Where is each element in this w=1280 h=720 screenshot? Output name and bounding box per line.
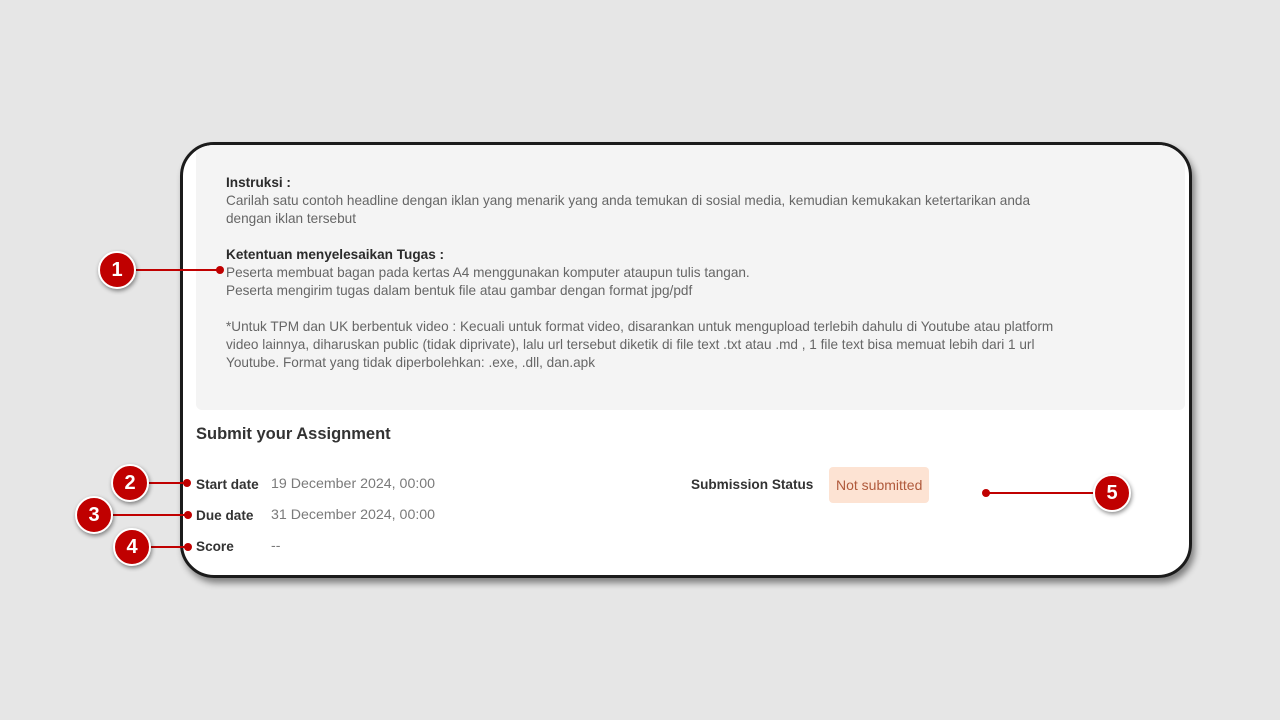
instruction-heading: Instruksi :: [226, 175, 291, 190]
callout-1-leader: [136, 269, 220, 271]
due-date-label: Due date: [196, 508, 254, 523]
callout-3-leader: [113, 514, 189, 516]
note-line: video lainnya, diharuskan public (tidak …: [226, 337, 1035, 352]
note-line: Youtube. Format yang tidak diperbolehkan…: [226, 355, 596, 370]
status-badge: Not submitted: [829, 467, 930, 503]
callout-3-dot: [184, 511, 192, 519]
callout-2-dot: [183, 479, 191, 487]
callout-3-badge: 3: [75, 496, 113, 534]
callout-5-badge: 5: [1093, 474, 1131, 512]
rules-heading: Ketentuan menyelesaikan Tugas :: [226, 247, 445, 262]
callout-5-leader: [988, 492, 1096, 494]
start-date-label: Start date: [196, 477, 259, 492]
start-date-value: 19 December 2024, 00:00: [271, 476, 436, 492]
note-line: *Untuk TPM dan UK berbentuk video : Kecu…: [226, 319, 1054, 334]
rule-item: Peserta membuat bagan pada kertas A4 men…: [226, 265, 750, 280]
due-date-value: 31 December 2024, 00:00: [271, 507, 436, 523]
score-value: --: [271, 538, 281, 554]
instruction-panel: Instruksi : Carilah satu contoh headline…: [196, 145, 1185, 410]
callout-2-badge: 2: [111, 464, 149, 502]
callout-2-leader: [148, 482, 188, 484]
assignment-card: Instruksi : Carilah satu contoh headline…: [180, 142, 1192, 578]
instruction-line: dengan iklan tersebut: [226, 211, 356, 226]
callout-5-dot: [982, 489, 990, 497]
callout-1-badge: 1: [98, 251, 136, 289]
callout-1-dot: [216, 266, 224, 274]
submission-status-label: Submission Status: [691, 477, 814, 492]
submit-section-title: Submit your Assignment: [196, 425, 391, 443]
callout-4-dot: [184, 543, 192, 551]
callout-4-badge: 4: [113, 528, 151, 566]
instruction-line: Carilah satu contoh headline dengan ikla…: [226, 193, 1031, 208]
score-label: Score: [196, 539, 234, 554]
rule-item: Peserta mengirim tugas dalam bentuk file…: [226, 283, 693, 298]
instruction-text: Instruksi : Carilah satu contoh headline…: [226, 174, 1156, 372]
